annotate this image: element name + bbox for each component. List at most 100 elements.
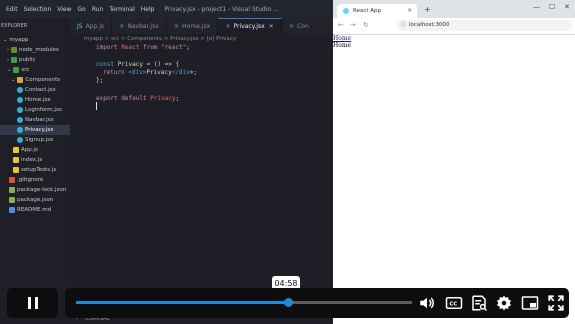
fullscreen-icon[interactable]: [547, 294, 565, 312]
browser-tab[interactable]: React App ✕: [337, 4, 417, 18]
code-token: <: [124, 69, 132, 76]
explorer-title: EXPLORER: [0, 18, 63, 34]
menu-edit[interactable]: Edit: [6, 6, 18, 13]
menu-terminal[interactable]: Terminal: [109, 6, 134, 13]
react-icon: [17, 136, 23, 143]
tree-item-signup[interactable]: Signup.jsx: [17, 135, 53, 145]
window-title: Privacy.jsx - project1 - Visual Studio .…: [164, 5, 279, 13]
tree-item-loginform[interactable]: Loginform.jsx: [17, 105, 62, 115]
code-token: div: [178, 69, 190, 76]
code-token: = () => {: [142, 61, 180, 68]
tree-item-privacy[interactable]: Privacy.jsx: [0, 125, 70, 135]
tree-item-setuptests[interactable]: setupTests.js: [13, 165, 56, 175]
browser-tab-title: React App: [353, 8, 382, 14]
pause-icon: [35, 297, 38, 309]
close-tab-icon[interactable]: ✕: [407, 8, 412, 14]
code-token: React: [121, 44, 140, 51]
tree-item-public[interactable]: › public: [7, 55, 36, 65]
tree-item-label: Loginform.jsx: [25, 107, 63, 113]
maximize-icon[interactable]: ☐: [549, 3, 555, 11]
back-icon[interactable]: ←: [338, 21, 344, 29]
code-token: Privacy: [150, 95, 176, 102]
menu-selection[interactable]: Selection: [24, 6, 52, 13]
tree-item-home[interactable]: Home.jsx: [17, 95, 51, 105]
tree-item-label: node_modules: [18, 47, 59, 53]
address-toolbar: ← → ↻ ⓘ localhost:3000: [333, 18, 575, 35]
folder-icon: [10, 46, 17, 53]
tree-item-app-js[interactable]: App.js: [13, 145, 38, 155]
tree-item-label: index.js: [21, 157, 43, 163]
tree-item-contact[interactable]: Contact.jsx: [17, 85, 56, 95]
react-icon: [17, 96, 23, 103]
settings-gear-icon[interactable]: [495, 294, 513, 312]
code-token: ;: [175, 95, 180, 102]
tree-item-label: README.md: [17, 207, 52, 213]
tab-label: Con: [297, 22, 309, 30]
svg-text:CC: CC: [450, 302, 458, 308]
page-text: Home: [333, 42, 352, 49]
tab-app-js[interactable]: JS App.js: [70, 18, 112, 34]
code-token: >;: [189, 69, 197, 76]
tree-item-src[interactable]: ⌄ src: [7, 65, 29, 75]
breadcrumb: myapp > src > Components > Privacy.jsx >…: [84, 36, 237, 42]
code-line-3: const Privacy = () => {: [96, 61, 179, 69]
captions-icon[interactable]: CC: [445, 294, 463, 312]
tree-item-node-modules[interactable]: › node_modules: [7, 45, 59, 55]
tab-label: Privacy.jsx: [233, 23, 265, 30]
tree-item-readme[interactable]: README.md: [9, 205, 51, 215]
tree-item-package-lock[interactable]: package-lock.json: [9, 185, 66, 195]
tab-navbar[interactable]: ⚛ Navbar.jsx: [112, 18, 167, 34]
home-link[interactable]: Home: [333, 35, 351, 42]
code-token: return: [103, 69, 125, 76]
volume-icon[interactable]: [418, 294, 436, 312]
seek-progress: [76, 301, 288, 304]
tree-item-label: Home.jsx: [25, 97, 51, 103]
menu-go[interactable]: Go: [78, 6, 86, 13]
menu-view[interactable]: View: [57, 6, 71, 13]
new-tab-icon[interactable]: +: [424, 5, 431, 14]
video-player-controls: CC: [7, 288, 569, 318]
tree-item-label: package-lock.json: [17, 187, 67, 193]
tree-item-gitignore[interactable]: .gitignore: [9, 175, 43, 185]
page-content: Home Home: [333, 35, 351, 49]
code-token: ;: [186, 44, 190, 51]
react-icon: [17, 116, 23, 123]
tree-item-package[interactable]: package.json: [9, 195, 53, 205]
close-icon[interactable]: ✕: [269, 23, 274, 30]
address-bar[interactable]: ⓘ localhost:3000: [397, 20, 573, 31]
menu-run[interactable]: Run: [92, 6, 104, 13]
file-explorer: ⌄ myapp › node_modules › public ⌄ src ⌄ …: [0, 34, 70, 284]
tree-item-myapp[interactable]: ⌄ myapp: [3, 35, 28, 45]
js-icon: [13, 156, 19, 163]
tab-home[interactable]: ⚛ Home.jsx: [167, 18, 219, 34]
react-favicon-icon: [343, 8, 349, 14]
tree-item-index-js[interactable]: index.js: [13, 155, 42, 165]
seek-bar[interactable]: [76, 298, 412, 307]
code-line-7: export default Privacy;: [96, 95, 179, 103]
pause-button[interactable]: [7, 288, 58, 318]
transcript-icon[interactable]: [470, 294, 488, 312]
text-cursor: [96, 102, 97, 110]
code-token: Privacy: [117, 61, 143, 68]
js-icon: [13, 146, 19, 153]
tab-contact[interactable]: ⚛ Con: [282, 18, 316, 34]
react-icon: [17, 86, 23, 93]
seek-handle[interactable]: [283, 298, 293, 307]
menu-help[interactable]: Help: [141, 6, 155, 13]
tree-item-components[interactable]: ⌄ Components: [11, 75, 60, 85]
reload-icon[interactable]: ↻: [363, 21, 369, 29]
js-icon: JS: [77, 22, 83, 30]
forward-icon[interactable]: →: [350, 21, 356, 29]
close-window-icon[interactable]: ✕: [564, 3, 570, 11]
tree-item-label: Components: [25, 77, 61, 83]
tree-item-label: Signup.jsx: [25, 137, 54, 143]
tab-label: Home.jsx: [182, 22, 211, 30]
minimize-icon[interactable]: —: [533, 3, 540, 11]
react-icon: [17, 126, 23, 133]
tree-item-navbar[interactable]: Navbar.jsx: [17, 115, 54, 125]
picture-in-picture-icon[interactable]: [521, 294, 539, 312]
menu-bar: Edit Selection View Go Run Terminal Help…: [0, 0, 333, 18]
tab-privacy[interactable]: ⚛ Privacy.jsx ✕: [218, 18, 282, 34]
code-token: default: [121, 95, 147, 102]
browser-tab-bar: React App ✕ + — ☐ ✕: [333, 0, 575, 18]
